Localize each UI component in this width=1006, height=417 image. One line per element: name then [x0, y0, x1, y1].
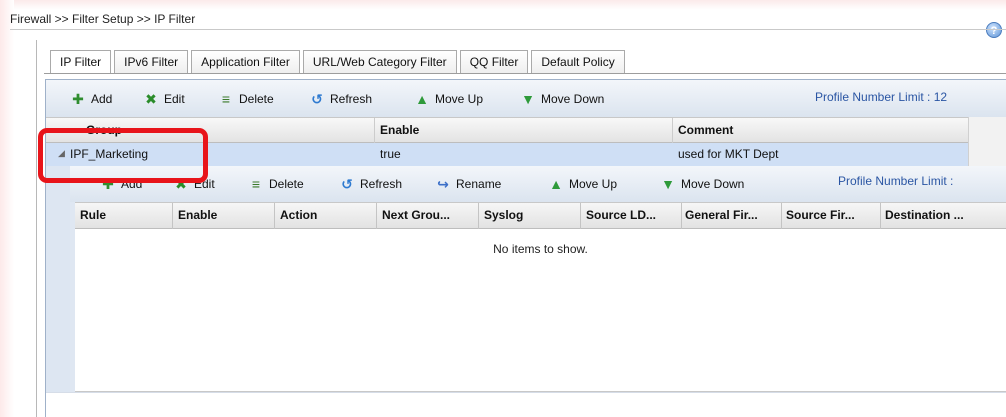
column-general-firewall[interactable]: General Fir...: [685, 208, 780, 222]
column-source-ldap[interactable]: Source LD...: [586, 208, 681, 222]
move-up-group-button[interactable]: ▲ Move Up: [414, 89, 483, 109]
column-destination[interactable]: Destination ...: [885, 208, 1005, 222]
move-up-label: Move Up: [569, 177, 618, 191]
refresh-icon: ↺: [311, 91, 323, 107]
delete-rule-button[interactable]: ≡ Delete: [248, 174, 304, 194]
page-background-top: [0, 0, 1006, 10]
row-expansion-indent: [46, 166, 70, 392]
tab-ipv6-filter[interactable]: IPv6 Filter: [114, 50, 189, 74]
delete-label: Delete: [269, 177, 304, 191]
column-enable[interactable]: Enable: [380, 123, 419, 137]
edit-icon: ✖: [145, 91, 157, 107]
column-divider: [681, 203, 682, 229]
column-comment[interactable]: Comment: [678, 123, 733, 137]
refresh-label: Refresh: [360, 177, 403, 191]
column-divider: [274, 203, 275, 229]
move-down-label: Move Down: [541, 92, 605, 106]
rename-rule-button[interactable]: ↪ Rename: [435, 174, 501, 194]
add-icon: ✚: [72, 91, 84, 107]
column-divider: [672, 118, 673, 143]
help-icon[interactable]: ?: [986, 22, 1002, 38]
edit-group-button[interactable]: ✖ Edit: [143, 89, 185, 109]
tab-qq-filter[interactable]: QQ Filter: [459, 50, 529, 74]
rename-label: Rename: [456, 177, 502, 191]
column-syslog[interactable]: Syslog: [484, 208, 579, 222]
move-down-rule-button[interactable]: ▼ Move Down: [660, 174, 744, 194]
add-label: Add: [91, 92, 113, 106]
add-group-button[interactable]: ✚ Add: [70, 89, 112, 109]
column-divider: [374, 118, 375, 143]
column-rule[interactable]: Rule: [80, 208, 175, 222]
arrow-down-icon: ▼: [661, 176, 675, 192]
refresh-group-button[interactable]: ↺ Refresh: [309, 89, 372, 109]
tab-application-filter[interactable]: Application Filter: [191, 50, 300, 74]
grid-footer: [46, 392, 1006, 417]
group-comment-cell: used for MKT Dept: [678, 147, 779, 161]
column-action[interactable]: Action: [280, 208, 375, 222]
column-source-firewall[interactable]: Source Fir...: [786, 208, 881, 222]
tab-divider: [44, 73, 1006, 74]
column-enable[interactable]: Enable: [178, 208, 273, 222]
trash-icon: ≡: [251, 176, 261, 192]
rename-icon: ↪: [437, 176, 449, 192]
rule-grid-body: No items to show.: [75, 229, 1006, 392]
tab-url-web-category-filter[interactable]: URL/Web Category Filter: [302, 50, 457, 74]
move-up-rule-button[interactable]: ▲ Move Up: [548, 174, 617, 194]
column-divider: [172, 203, 173, 229]
column-divider: [781, 203, 782, 229]
header-divider: [10, 29, 1006, 30]
move-down-label: Move Down: [681, 177, 745, 191]
rule-profile-limit-label: Profile Number Limit :: [838, 174, 954, 188]
column-divider: [580, 203, 581, 229]
refresh-label: Refresh: [330, 92, 373, 106]
arrow-down-icon: ▼: [521, 91, 535, 107]
edit-label: Edit: [164, 92, 185, 106]
refresh-rule-button[interactable]: ↺ Refresh: [339, 174, 402, 194]
column-next-group[interactable]: Next Grou...: [382, 208, 477, 222]
highlight-annotation-box: [38, 128, 208, 183]
empty-message: No items to show.: [493, 242, 588, 256]
page-background-left: [0, 0, 14, 417]
tab-ip-filter[interactable]: IP Filter: [50, 50, 112, 74]
column-divider: [478, 203, 479, 229]
move-up-label: Move Up: [435, 92, 484, 106]
column-divider: [376, 203, 377, 229]
column-divider: [880, 203, 881, 229]
refresh-icon: ↺: [341, 176, 353, 192]
profile-limit-label: Profile Number Limit : 12: [815, 90, 948, 104]
filter-tabs: IP Filter IPv6 Filter Application Filter…: [50, 50, 628, 74]
rule-grid-header: Rule Enable Action Next Grou... Syslog S…: [75, 202, 1006, 229]
group-enable-cell: true: [380, 147, 401, 161]
trash-icon: ≡: [221, 91, 231, 107]
breadcrumb: Firewall >> Filter Setup >> IP Filter: [10, 12, 196, 26]
arrow-up-icon: ▲: [415, 91, 429, 107]
delete-group-button[interactable]: ≡ Delete: [218, 89, 274, 109]
tab-default-policy[interactable]: Default Policy: [531, 50, 625, 74]
move-down-group-button[interactable]: ▼ Move Down: [520, 89, 604, 109]
arrow-up-icon: ▲: [549, 176, 563, 192]
delete-label: Delete: [239, 92, 274, 106]
